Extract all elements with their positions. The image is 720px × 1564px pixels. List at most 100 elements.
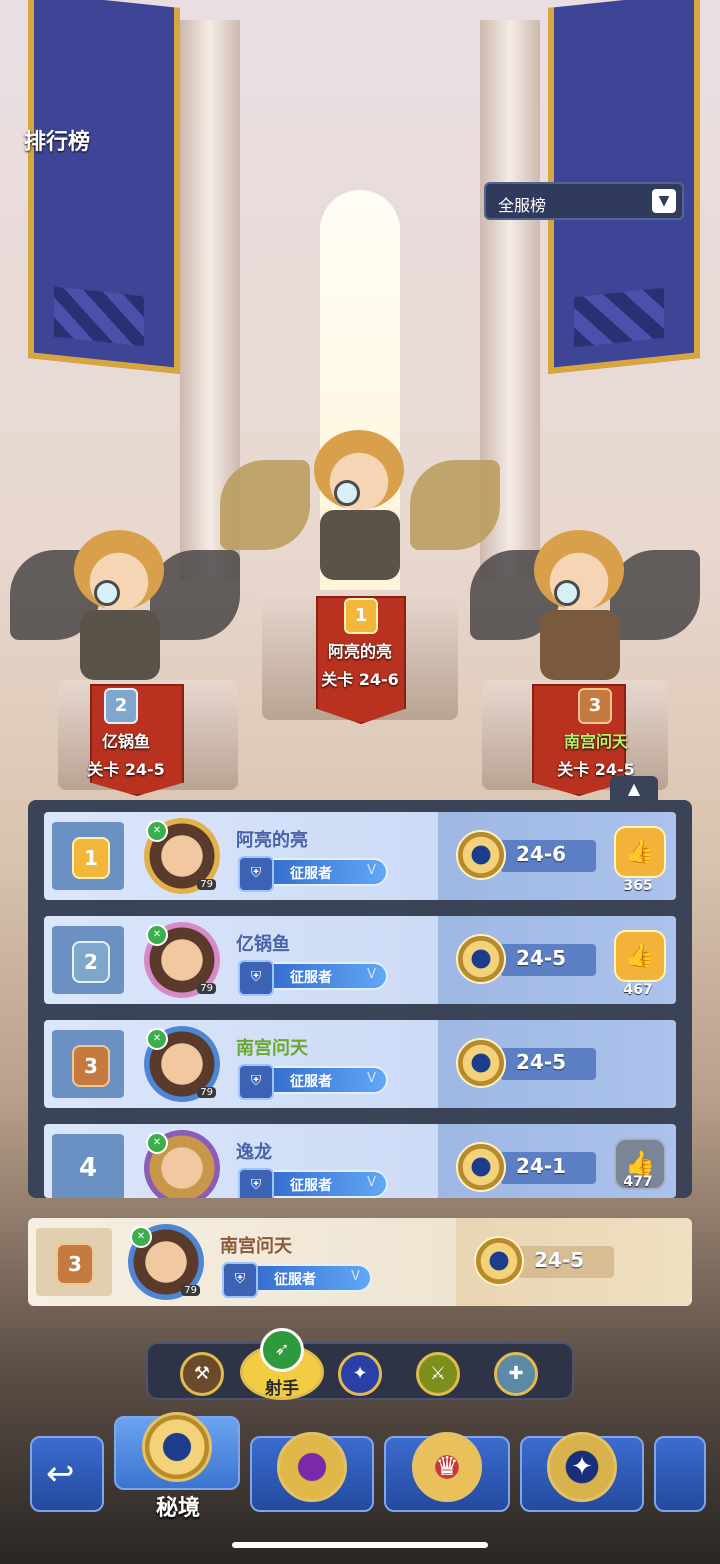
title-badge: ⛨ 征服者 V: [238, 960, 388, 996]
stage-emblem-icon: [474, 1236, 524, 1286]
like-button[interactable]: 👍: [614, 930, 666, 982]
like-button[interactable]: 👍: [614, 826, 666, 878]
stage-cell: 24-5: [456, 1218, 692, 1306]
stage-emblem-icon: [456, 1038, 506, 1088]
rank-cell: 1: [52, 822, 124, 890]
crown-emblem-icon: ♛: [412, 1432, 482, 1502]
class-archer-icon[interactable]: ➶: [260, 1328, 304, 1372]
rank-number: 4: [78, 1153, 98, 1183]
stage-emblem-icon: [456, 934, 506, 984]
chevron-up-icon: ▲: [627, 779, 641, 798]
title-text: 征服者: [290, 1178, 332, 1194]
title-badge: ⛨ 征服者 V: [238, 856, 388, 892]
class-badge-icon: ✕: [146, 924, 168, 946]
player-level: 79: [181, 1285, 200, 1296]
collapse-button[interactable]: ▲: [610, 776, 658, 802]
class-badge-icon: ✕: [130, 1226, 152, 1248]
home-indicator: [232, 1542, 488, 1548]
title-text: 征服者: [274, 1272, 316, 1288]
secret-realm-icon: [142, 1412, 212, 1482]
stage-value: 24-5: [534, 1248, 585, 1272]
class-badge-icon: ✕: [146, 1132, 168, 1154]
rank-cell: 4: [52, 1134, 124, 1198]
player-level: 79: [197, 1087, 216, 1098]
dropdown-value: 全服榜: [498, 196, 547, 215]
chevron-down-icon: ▼: [652, 189, 676, 213]
class-support-icon[interactable]: ✚: [494, 1352, 538, 1396]
avatar[interactable]: ✕ 79: [144, 1026, 220, 1102]
medal-gold: 1: [344, 598, 378, 634]
title-emblem-icon: ⛨: [238, 856, 274, 892]
title-tier: V: [367, 863, 376, 878]
thumbs-up-icon: 👍: [625, 1149, 655, 1177]
back-button[interactable]: ↩: [30, 1436, 104, 1512]
title-emblem-icon: ⛨: [238, 1064, 274, 1100]
rank-cell: 3: [36, 1228, 112, 1296]
rank-cell: 3: [52, 1030, 124, 1098]
thumbs-up-icon: 👍: [625, 837, 655, 865]
stage-value: 24-6: [516, 842, 567, 866]
player-name: 逸龙: [236, 1142, 272, 1163]
player-level: 79: [197, 879, 216, 890]
avatar[interactable]: ✕ 79: [128, 1224, 204, 1300]
podium-name: 南宫问天: [563, 732, 628, 751]
class-mage-icon[interactable]: ✦: [338, 1352, 382, 1396]
stage-value: 24-5: [516, 946, 567, 970]
title-text: 征服者: [290, 970, 332, 986]
title-tier: V: [367, 1175, 376, 1190]
table-row[interactable]: 2 ✕ 79 亿锅鱼 ⛨ 征服者 V 24-5 👍 467: [44, 916, 676, 1004]
mode-tab-5[interactable]: [654, 1436, 706, 1512]
title-emblem-icon: ⛨: [222, 1262, 258, 1298]
avatar[interactable]: ✕ 79: [144, 922, 220, 998]
stage-emblem-icon: [456, 830, 506, 880]
player-name: 亿锅鱼: [236, 934, 290, 955]
stage-cell: 24-1 👍 477: [438, 1124, 676, 1198]
rank-medal: 2: [72, 941, 110, 983]
title-text: 征服者: [290, 1074, 332, 1090]
mode-tab-3[interactable]: ♛: [384, 1432, 510, 1512]
class-filter-bar: ⚒ ➶ 射手 ✦ ⚔ ✚: [146, 1328, 574, 1400]
like-count: 477: [623, 1174, 653, 1190]
stage-cell: 24-6 👍 365: [438, 812, 676, 900]
rank-medal: 3: [72, 1045, 110, 1087]
banner-left: [28, 0, 180, 374]
title-tier: V: [367, 967, 376, 982]
title-text: 征服者: [290, 866, 332, 882]
like-count: 467: [623, 982, 653, 998]
stage-cell: 24-5 👍 467: [438, 916, 676, 1004]
mode-tab-secret-realm[interactable]: [114, 1412, 240, 1490]
title-badge: ⛨ 征服者 V: [238, 1168, 388, 1198]
mode-tab-2[interactable]: [250, 1432, 374, 1512]
page-title: 排行榜: [24, 130, 91, 155]
player-name: 阿亮的亮: [236, 830, 308, 851]
stage-cell: 24-5: [438, 1020, 676, 1108]
title-badge: ⛨ 征服者 V: [238, 1064, 388, 1100]
server-scope-dropdown[interactable]: 全服榜 ▼: [484, 182, 684, 220]
class-warrior-icon[interactable]: ⚒: [180, 1352, 224, 1396]
stage-value: 24-1: [516, 1154, 567, 1178]
table-row[interactable]: 4 ✕ 逸龙 ⛨ 征服者 V 24-1 👍 477: [44, 1124, 676, 1198]
player-name: 南宫问天: [236, 1038, 308, 1059]
rank-medal: 1: [72, 837, 110, 879]
avatar[interactable]: ✕ 79: [144, 818, 220, 894]
class-assassin-icon[interactable]: ⚔: [416, 1352, 460, 1396]
star-compass-emblem-icon: ✦: [547, 1432, 617, 1502]
my-rank-row[interactable]: 3 ✕ 79 南宫问天 ⛨ 征服者 V 24-5: [28, 1218, 692, 1306]
table-row[interactable]: 1 ✕ 79 阿亮的亮 ⛨ 征服者 V 24-6 👍 365: [44, 812, 676, 900]
player-name: 南宫问天: [220, 1236, 292, 1257]
rank-medal: 3: [56, 1243, 94, 1285]
podium-stage: 关卡 24-6: [321, 670, 399, 689]
purple-orb-emblem-icon: [277, 1432, 347, 1502]
return-arrow-icon: ↩: [46, 1454, 75, 1494]
title-badge: ⛨ 征服者 V: [222, 1262, 372, 1298]
stage-value: 24-5: [516, 1050, 567, 1074]
rank-cell: 2: [52, 926, 124, 994]
class-archer-label: 射手: [265, 1379, 299, 1399]
mode-tab-4[interactable]: ✦: [520, 1432, 644, 1512]
table-row[interactable]: 3 ✕ 79 南宫问天 ⛨ 征服者 V 24-5: [44, 1020, 676, 1108]
avatar[interactable]: ✕: [144, 1130, 220, 1198]
podium-stage: 关卡 24-5: [87, 760, 165, 779]
medal-silver: 2: [104, 688, 138, 724]
ranking-list[interactable]: 1 ✕ 79 阿亮的亮 ⛨ 征服者 V 24-6 👍 365 2 ✕ 79 亿锅…: [28, 800, 692, 1198]
mode-tab-label: 秘境: [155, 1496, 200, 1521]
